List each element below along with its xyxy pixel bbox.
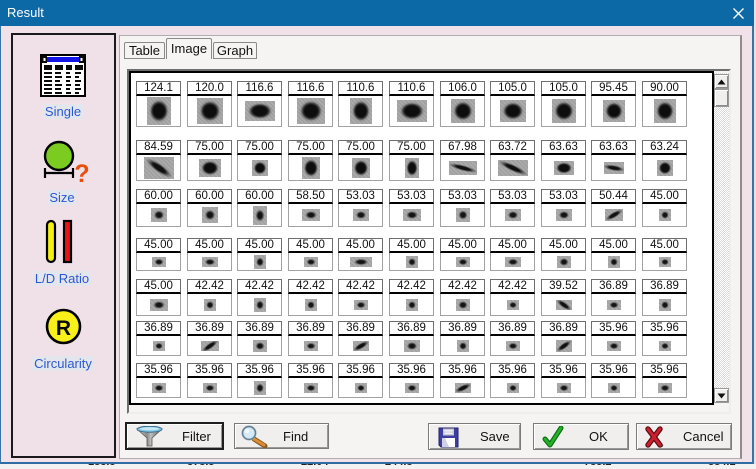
svg-text:R: R: [56, 317, 71, 340]
svg-text:?: ?: [74, 160, 89, 188]
